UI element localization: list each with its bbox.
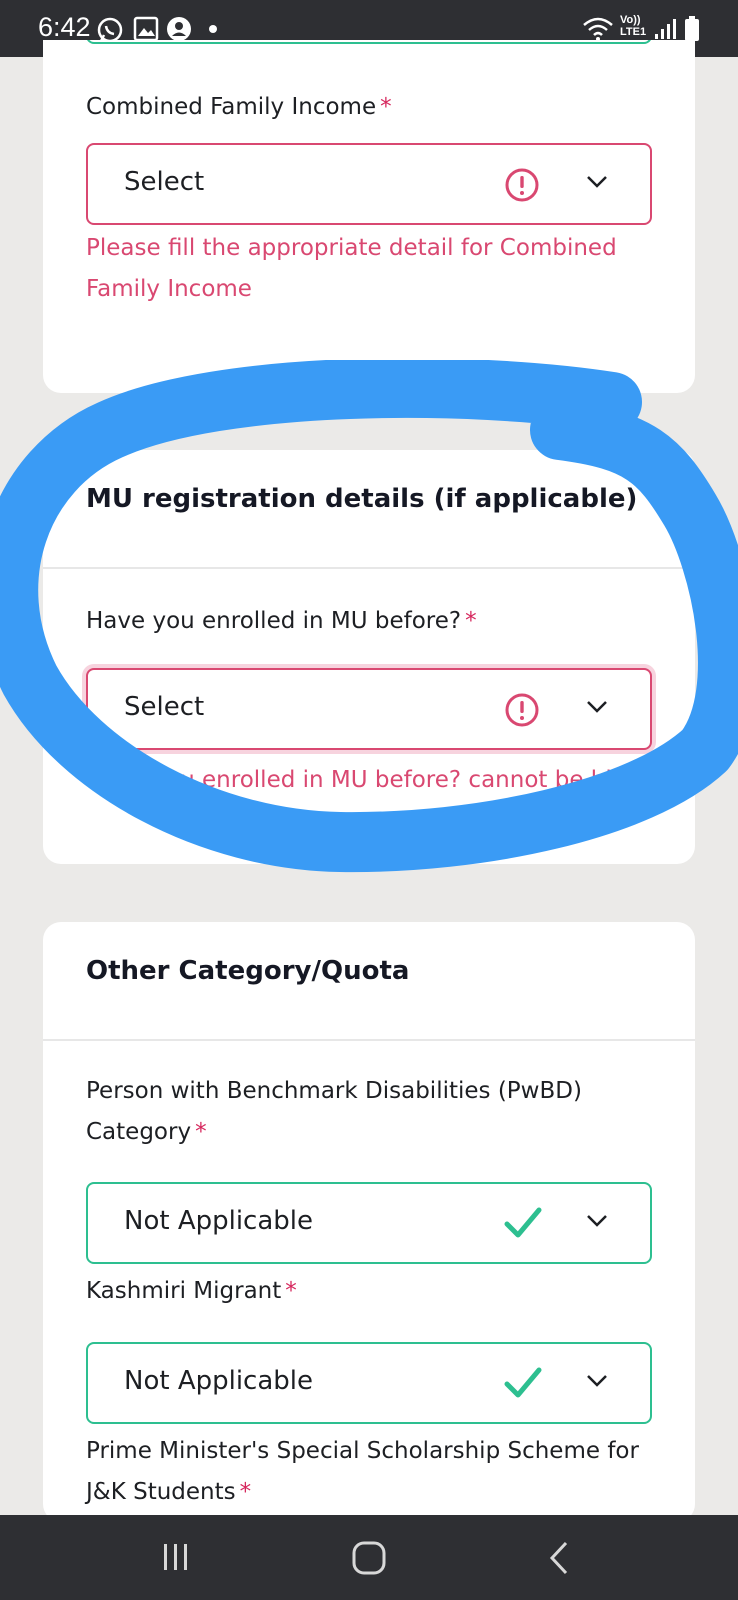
recent-apps-icon xyxy=(164,1544,187,1570)
recent-apps-button[interactable] xyxy=(118,1515,238,1600)
mu-enrolled-error: Have you enrolled in MU before? cannot b… xyxy=(86,767,654,793)
pm-scholarship-label: Prime Minister's Special Scholarship Sch… xyxy=(86,1438,639,1505)
pwbd-select-value: Not Applicable xyxy=(124,1206,314,1236)
mu-enrolled-label: Have you enrolled in MU before? * xyxy=(86,608,477,634)
check-icon xyxy=(504,1367,542,1398)
volte-indicator: Vo)) LTE1 xyxy=(620,14,647,38)
battery-icon xyxy=(685,16,699,41)
previous-field-edge xyxy=(86,40,652,44)
back-icon xyxy=(549,1541,568,1575)
family-income-card: Combined Family Income * Select Please fi… xyxy=(43,40,695,393)
mu-enrolled-select-value: Select xyxy=(124,692,205,722)
kashmiri-migrant-label: Kashmiri Migrant * xyxy=(86,1278,297,1304)
chevron-down-icon xyxy=(587,1215,607,1227)
error-icon xyxy=(505,693,539,727)
wifi-icon xyxy=(583,17,613,41)
mu-divider xyxy=(43,567,695,569)
other-section-title: Other Category/Quota xyxy=(86,956,410,986)
mu-enrolled-select[interactable]: Select xyxy=(86,668,652,750)
home-icon xyxy=(352,1541,386,1575)
family-income-label: Combined Family Income * xyxy=(86,94,392,120)
error-icon xyxy=(505,168,539,202)
kashmiri-migrant-select-value: Not Applicable xyxy=(124,1366,314,1396)
kashmiri-migrant-select[interactable]: Not Applicable xyxy=(86,1342,652,1424)
family-income-select[interactable]: Select xyxy=(86,143,652,225)
account-icon xyxy=(167,17,191,41)
chevron-down-icon xyxy=(587,176,607,188)
dot-icon xyxy=(209,25,217,33)
home-button[interactable] xyxy=(309,1515,429,1600)
pwbd-select[interactable]: Not Applicable xyxy=(86,1182,652,1264)
gallery-icon xyxy=(133,16,159,42)
family-income-error: Please fill the appropriate detail for C… xyxy=(86,235,617,302)
back-button[interactable] xyxy=(502,1515,622,1600)
chevron-down-icon xyxy=(587,1375,607,1387)
mu-section-title: MU registration details (if applicable) xyxy=(86,484,638,514)
chevron-down-icon xyxy=(587,701,607,713)
mu-registration-card: MU registration details (if applicable) … xyxy=(43,450,695,864)
other-category-card: Other Category/Quota Person with Benchma… xyxy=(43,922,695,1522)
pwbd-label: Person with Benchmark Disabilities (PwBD… xyxy=(86,1078,582,1145)
other-divider xyxy=(43,1039,695,1041)
check-icon xyxy=(504,1207,542,1238)
family-income-select-value: Select xyxy=(124,167,205,197)
clock: 6:42 xyxy=(38,12,91,42)
navigation-bar xyxy=(0,1515,738,1600)
signal-icon xyxy=(655,19,676,39)
